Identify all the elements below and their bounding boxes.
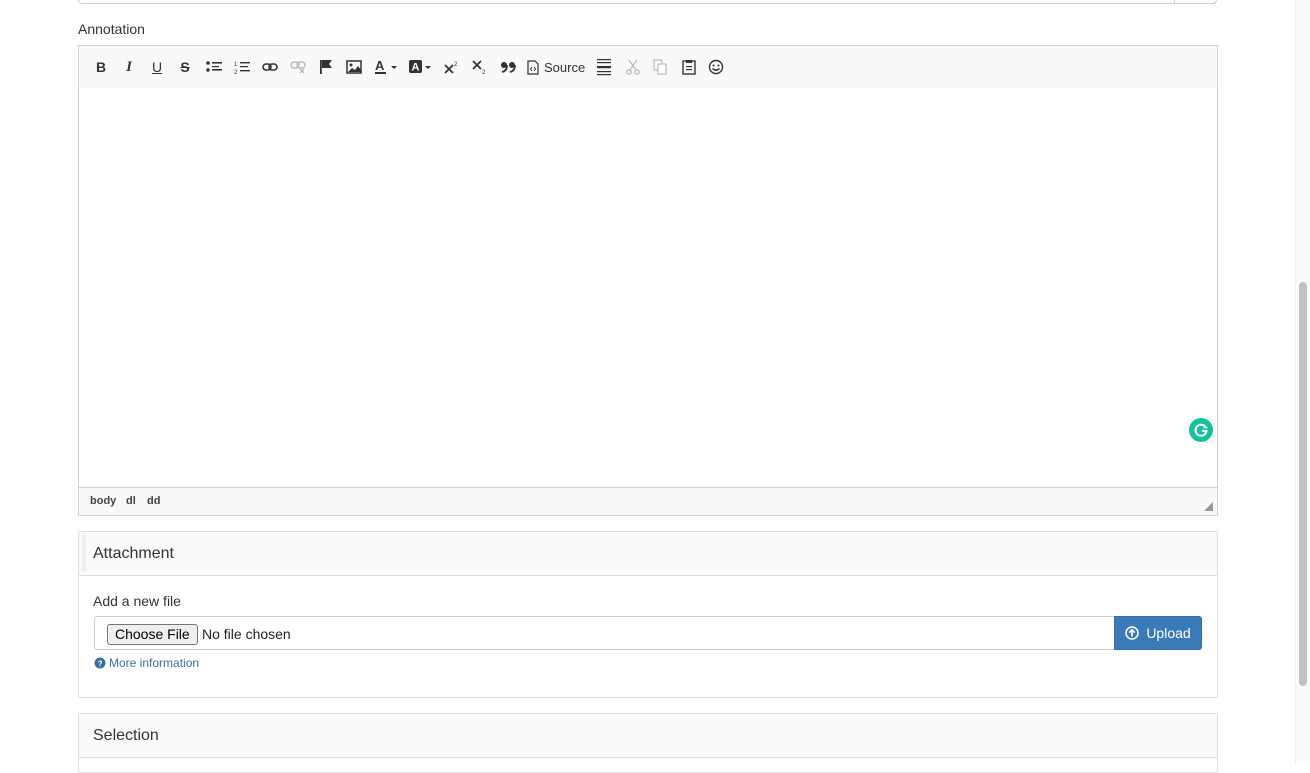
svg-text:2: 2 — [454, 62, 458, 68]
resize-handle-icon[interactable] — [1204, 502, 1213, 511]
text-color-button[interactable]: A — [373, 56, 399, 78]
horizontal-rule-icon — [597, 59, 611, 76]
more-information-label: More information — [109, 656, 200, 670]
strikethrough-button[interactable]: S — [177, 56, 193, 78]
page-scrollbar[interactable] — [1295, 0, 1310, 764]
svg-text:2: 2 — [482, 70, 486, 75]
image-button[interactable] — [345, 56, 363, 78]
unlink-icon — [290, 61, 306, 74]
background-color-icon: A — [409, 60, 431, 74]
cut-button[interactable] — [624, 56, 642, 78]
upload-icon — [1125, 626, 1140, 640]
grammarly-icon — [1194, 423, 1209, 437]
path-body[interactable]: body — [90, 495, 116, 507]
path-dl[interactable]: dl — [126, 495, 136, 507]
svg-text:2: 2 — [234, 70, 238, 75]
link-icon — [262, 63, 278, 71]
question-circle-icon: ? — [94, 657, 106, 669]
attachment-title: Attachment — [93, 545, 174, 562]
source-label: Source — [544, 59, 586, 75]
selection-panel-header[interactable]: Selection — [79, 714, 1217, 758]
editor-statusbar: body dl dd — [79, 487, 1217, 515]
bold-icon: B — [95, 59, 107, 75]
paste-button[interactable] — [680, 56, 698, 78]
upload-button[interactable]: Upload — [1114, 616, 1202, 650]
grammarly-button[interactable] — [1189, 418, 1213, 442]
numbered-list-button[interactable]: 12 — [233, 56, 251, 78]
scrollbar-thumb[interactable] — [1299, 282, 1307, 686]
superscript-icon: 2 — [444, 62, 458, 74]
editor-toolbar: B I U S 12 A A 2 2 Source — [79, 46, 1217, 89]
source-button[interactable]: Source — [527, 56, 587, 78]
annotation-label: Annotation — [78, 21, 145, 37]
underline-button[interactable]: U — [149, 56, 165, 78]
choose-file-button[interactable]: Choose File — [107, 624, 198, 645]
italic-button[interactable]: I — [121, 56, 137, 78]
horizontal-rule-button[interactable] — [595, 56, 613, 78]
copy-icon — [653, 59, 667, 75]
scissors-icon — [626, 59, 640, 75]
bulleted-list-icon — [206, 61, 222, 72]
underline-icon: U — [151, 59, 163, 75]
superscript-button[interactable]: 2 — [443, 56, 461, 78]
emoji-button[interactable] — [707, 56, 725, 78]
background-color-button[interactable]: A — [407, 56, 433, 78]
link-button[interactable] — [261, 56, 279, 78]
panel-header-accent — [82, 535, 86, 572]
svg-text:1: 1 — [234, 62, 238, 68]
file-status: No file chosen — [202, 626, 291, 642]
add-file-label: Add a new file — [93, 593, 181, 609]
svg-text:A: A — [412, 62, 420, 74]
previous-field-addon[interactable] — [1174, 0, 1216, 3]
italic-icon: I — [126, 58, 132, 75]
source-icon — [527, 59, 539, 75]
flag-icon — [320, 60, 332, 74]
file-input[interactable]: Choose File No file chosen — [94, 616, 1115, 650]
image-icon — [346, 60, 362, 74]
quote-icon — [501, 62, 516, 73]
attachment-panel-header[interactable]: Attachment — [79, 532, 1217, 576]
numbered-list-icon: 12 — [234, 62, 250, 75]
upload-label: Upload — [1146, 625, 1191, 641]
selection-title: Selection — [93, 727, 159, 744]
strikethrough-icon: S — [180, 59, 190, 75]
more-information-link[interactable]: ? More information — [94, 656, 199, 670]
bulleted-list-button[interactable] — [205, 56, 223, 78]
text-color-icon: A — [375, 59, 397, 74]
editor-content-area[interactable] — [79, 88, 1217, 488]
selection-panel: Selection — [78, 713, 1218, 773]
clipboard-icon — [682, 60, 696, 75]
anchor-button[interactable] — [317, 56, 335, 78]
attachment-panel: Attachment Add a new file Choose File No… — [78, 531, 1218, 698]
unlink-button[interactable] — [289, 56, 307, 78]
svg-text:?: ? — [98, 659, 103, 668]
previous-field[interactable] — [78, 0, 1217, 4]
subscript-icon: 2 — [472, 60, 486, 75]
subscript-button[interactable]: 2 — [471, 56, 489, 78]
svg-text:A: A — [375, 59, 385, 73]
rich-text-editor: B I U S 12 A A 2 2 Source body dl dd — [78, 45, 1218, 516]
blockquote-button[interactable] — [499, 56, 517, 78]
smiley-icon — [708, 59, 724, 75]
bold-button[interactable]: B — [93, 56, 109, 78]
copy-button[interactable] — [651, 56, 669, 78]
path-dd[interactable]: dd — [147, 495, 160, 507]
